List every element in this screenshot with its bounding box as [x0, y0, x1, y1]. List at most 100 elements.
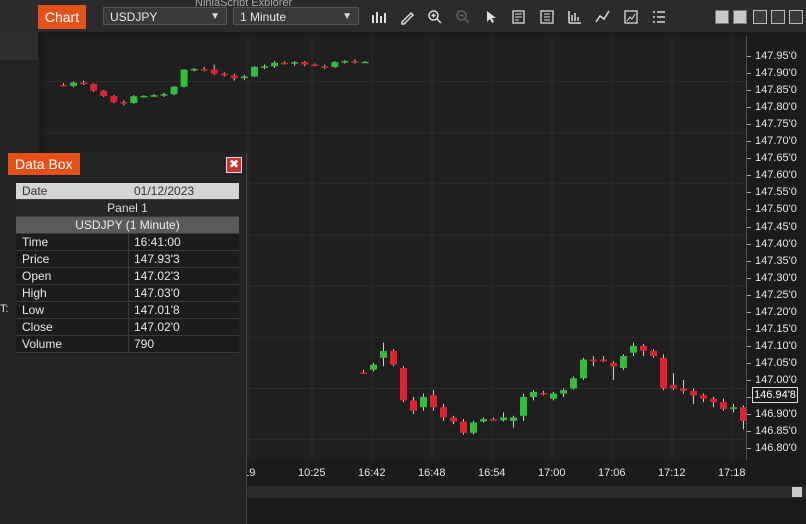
candle — [730, 403, 737, 413]
y-tick-label: 147.30'0 — [755, 271, 797, 284]
interval-selector[interactable]: 1 Minute ▼ — [233, 7, 359, 25]
x-tick-label: 17:06 — [598, 467, 626, 479]
candle — [70, 81, 78, 88]
chart-list-icon[interactable] — [650, 8, 668, 26]
candle — [680, 379, 687, 394]
x-tick-label: 16:42 — [358, 467, 386, 479]
data-box-field-value: 147.02'0 — [134, 320, 180, 334]
zoom-in-icon[interactable] — [426, 8, 444, 26]
data-box-row: Close 147.02'0 — [16, 319, 239, 336]
ninjascript-explorer-tab[interactable]: NinjaScript Explorer — [195, 0, 375, 6]
y-tick-mark — [747, 345, 751, 347]
candle — [550, 391, 557, 401]
y-tick-mark — [747, 362, 751, 364]
maximize-icon[interactable] — [771, 10, 785, 24]
candle — [670, 373, 677, 391]
candle — [240, 74, 248, 80]
data-box-row: Low 147.01'8 — [16, 302, 239, 319]
candle — [420, 393, 427, 411]
close-icon[interactable] — [789, 10, 803, 24]
data-box-icon[interactable] — [510, 8, 528, 26]
candle — [450, 415, 457, 425]
candle — [490, 417, 497, 421]
candle — [440, 403, 447, 421]
zoom-out-icon[interactable] — [454, 8, 472, 26]
data-box-row: Time 16:41:00 — [16, 234, 239, 251]
date-row: Date 01/12/2023 — [16, 183, 239, 200]
y-tick-mark — [747, 141, 751, 143]
chevron-down-icon: ▼ — [210, 11, 220, 22]
data-box-field-label: Volume — [22, 337, 63, 351]
y-tick-label: 147.50'0 — [755, 203, 797, 216]
y-tick-label: 147.00'0 — [755, 373, 797, 386]
candle — [660, 354, 667, 391]
y-tick-mark — [747, 175, 751, 177]
tile-window-icon[interactable] — [715, 10, 729, 24]
x-tick-label: 10:25 — [298, 467, 326, 479]
panel-row: Panel 1 — [16, 200, 239, 217]
strategies-icon[interactable] — [566, 8, 584, 26]
candle — [301, 61, 309, 67]
y-tick-label: 147.60'0 — [755, 169, 797, 182]
y-tick-mark — [747, 158, 751, 160]
candle — [160, 92, 168, 97]
data-box-field-label: High — [22, 286, 47, 300]
link-window-icon[interactable] — [733, 10, 747, 24]
data-box-title: Data Box — [8, 153, 80, 175]
x-tick-label: 16:54 — [478, 467, 506, 479]
y-tick-mark — [747, 192, 751, 194]
y-tick-mark — [747, 397, 751, 398]
y-tick-mark — [747, 277, 751, 279]
y-tick-label: 147.40'0 — [755, 237, 797, 250]
draw-pencil-icon[interactable] — [398, 8, 416, 26]
instrument-row: USDJPY (1 Minute) — [16, 217, 239, 234]
candle — [720, 398, 727, 411]
y-tick-label: 147.05'0 — [755, 356, 797, 369]
close-icon[interactable]: ✖ — [226, 157, 242, 173]
candle — [500, 412, 507, 422]
candle — [90, 83, 98, 92]
candle — [170, 86, 178, 96]
data-box-field-label: Low — [22, 303, 45, 317]
candle — [351, 59, 359, 64]
bar-type-icon[interactable] — [370, 8, 388, 26]
indicators-icon[interactable] — [594, 8, 612, 26]
candle — [291, 61, 299, 66]
candle — [570, 376, 577, 390]
y-tick-label: 147.35'0 — [755, 254, 797, 267]
candle — [380, 342, 387, 367]
instrument-value: USDJPY — [110, 10, 158, 24]
data-box-field-value: 790 — [134, 337, 155, 351]
y-tick-mark — [747, 73, 751, 75]
chart-tab[interactable]: Chart — [38, 5, 86, 29]
pointer-icon[interactable] — [482, 8, 500, 26]
data-box-field-label: Open — [22, 269, 52, 283]
left-panel-header — [0, 32, 38, 60]
candle — [321, 64, 329, 69]
candle — [271, 61, 279, 68]
x-tick-label: 17:12 — [658, 467, 686, 479]
data-box-field-label: Price — [22, 252, 50, 266]
data-box-field-value: 147.93'3 — [134, 252, 180, 266]
candle — [130, 95, 138, 104]
interval-value: 1 Minute — [240, 10, 287, 24]
instrument-selector[interactable]: USDJPY ▼ — [103, 7, 227, 25]
properties-icon[interactable] — [538, 8, 556, 26]
y-tick-label: 147.75'0 — [755, 118, 797, 131]
candle — [150, 94, 158, 97]
snapshot-icon[interactable] — [622, 8, 640, 26]
data-box-row: High 147.03'0 — [16, 285, 239, 302]
minimize-icon[interactable] — [753, 10, 767, 24]
chevron-down-icon: ▼ — [342, 11, 352, 22]
candle — [620, 354, 627, 370]
candle — [690, 388, 697, 404]
y-tick-mark — [747, 226, 751, 228]
candle — [610, 361, 617, 380]
candle — [510, 415, 517, 428]
last-price-marker: 146.94'8 — [752, 387, 798, 403]
scroll-right-icon[interactable] — [792, 487, 802, 497]
candle — [120, 100, 128, 106]
candle — [600, 356, 607, 363]
y-tick-mark — [747, 107, 751, 109]
x-tick-label: 16:48 — [418, 467, 446, 479]
